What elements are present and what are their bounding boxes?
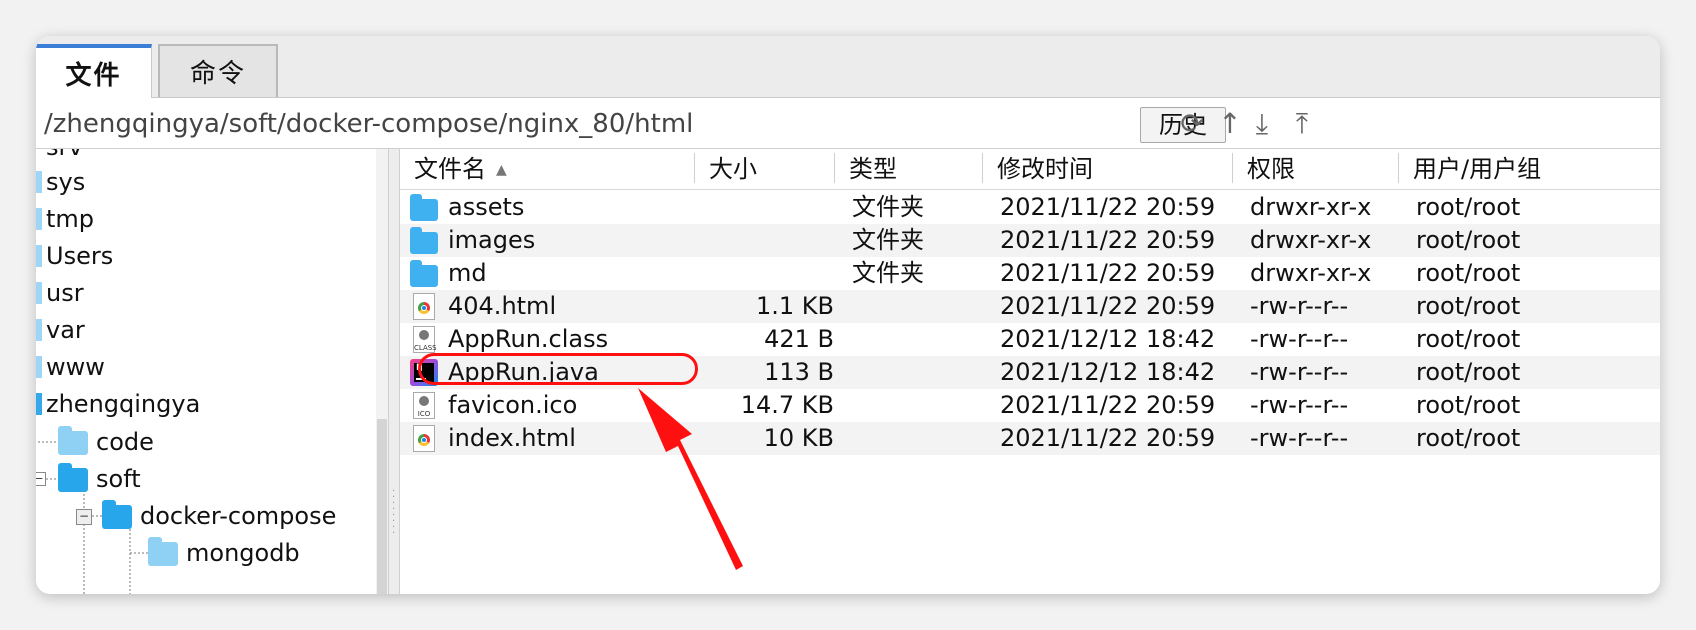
file-manager-window: ···· 文件 命令 历史 ⟳ ↑ ⤓ ⤒ srv sys tmp Users …	[36, 36, 1660, 594]
annotation-arrow	[638, 388, 743, 570]
